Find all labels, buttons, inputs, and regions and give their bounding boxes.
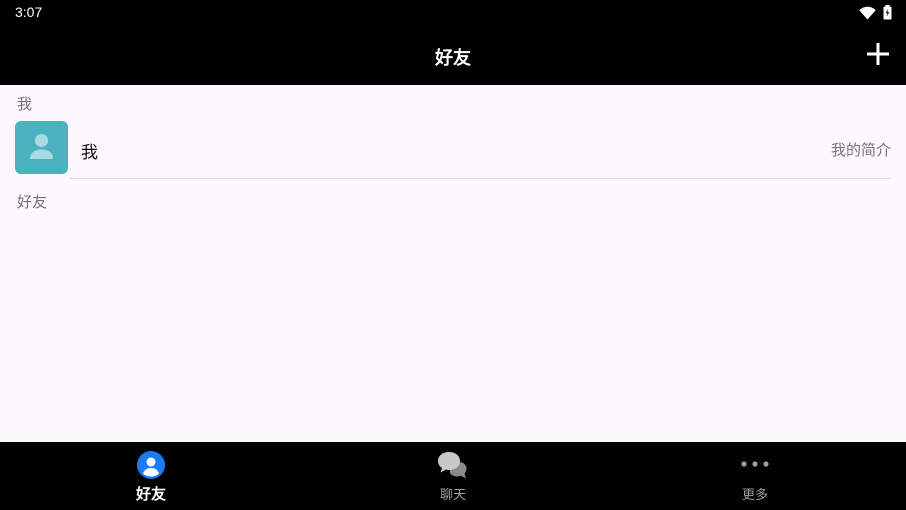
divider [70,178,891,179]
section-header-friends: 好友 [17,193,48,211]
add-friend-button[interactable] [866,42,890,66]
tab-more-label: 更多 [741,488,768,503]
tab-friends[interactable]: 好友 [0,442,302,510]
my-name: 我 [81,143,98,163]
tab-chat[interactable]: 聊天 [302,442,604,510]
tab-more[interactable]: 更多 [604,442,906,510]
section-header-me: 我 [17,95,33,113]
friends-icon [137,451,165,479]
tab-chat-label: 聊天 [439,488,466,503]
status-bar: 3:07 [0,0,906,26]
status-time: 3:07 [15,4,43,20]
my-bio: 我的简介 [830,141,891,159]
chat-bubbles-icon [438,452,467,479]
avatar [15,121,68,174]
my-profile-row[interactable]: 我 我的简介 [0,121,906,178]
battery-icon [883,5,892,20]
tab-friends-label: 好友 [135,485,166,503]
title-bar: 好友 [0,26,906,85]
bottom-nav: 好友 聊天 更多 [0,442,906,510]
status-icons [859,5,892,20]
more-dots-icon [741,461,769,467]
wifi-icon [859,6,876,19]
friends-list: 我 我 我的简介 好友 [0,85,906,442]
plus-icon [867,43,889,65]
page-title: 好友 [435,48,471,69]
person-icon [30,134,53,159]
